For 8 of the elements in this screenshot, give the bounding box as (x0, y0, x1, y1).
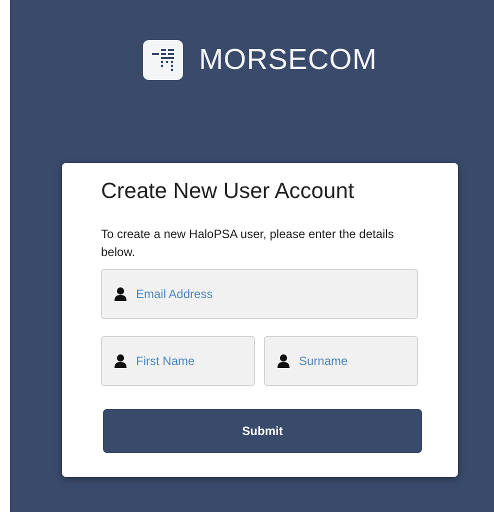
form-title: Create New User Account (101, 177, 356, 205)
input-field[interactable]: Email Address (101, 269, 418, 319)
input-field[interactable]: First Name (101, 336, 255, 386)
input-field[interactable]: Surname (264, 336, 418, 386)
logo-icon (143, 40, 183, 80)
brand-name: MORSECOM (199, 44, 377, 76)
submit-button[interactable]: Submit (103, 409, 422, 453)
form-description: To create a new HaloPSA user, please enter the details below. (101, 226, 395, 261)
